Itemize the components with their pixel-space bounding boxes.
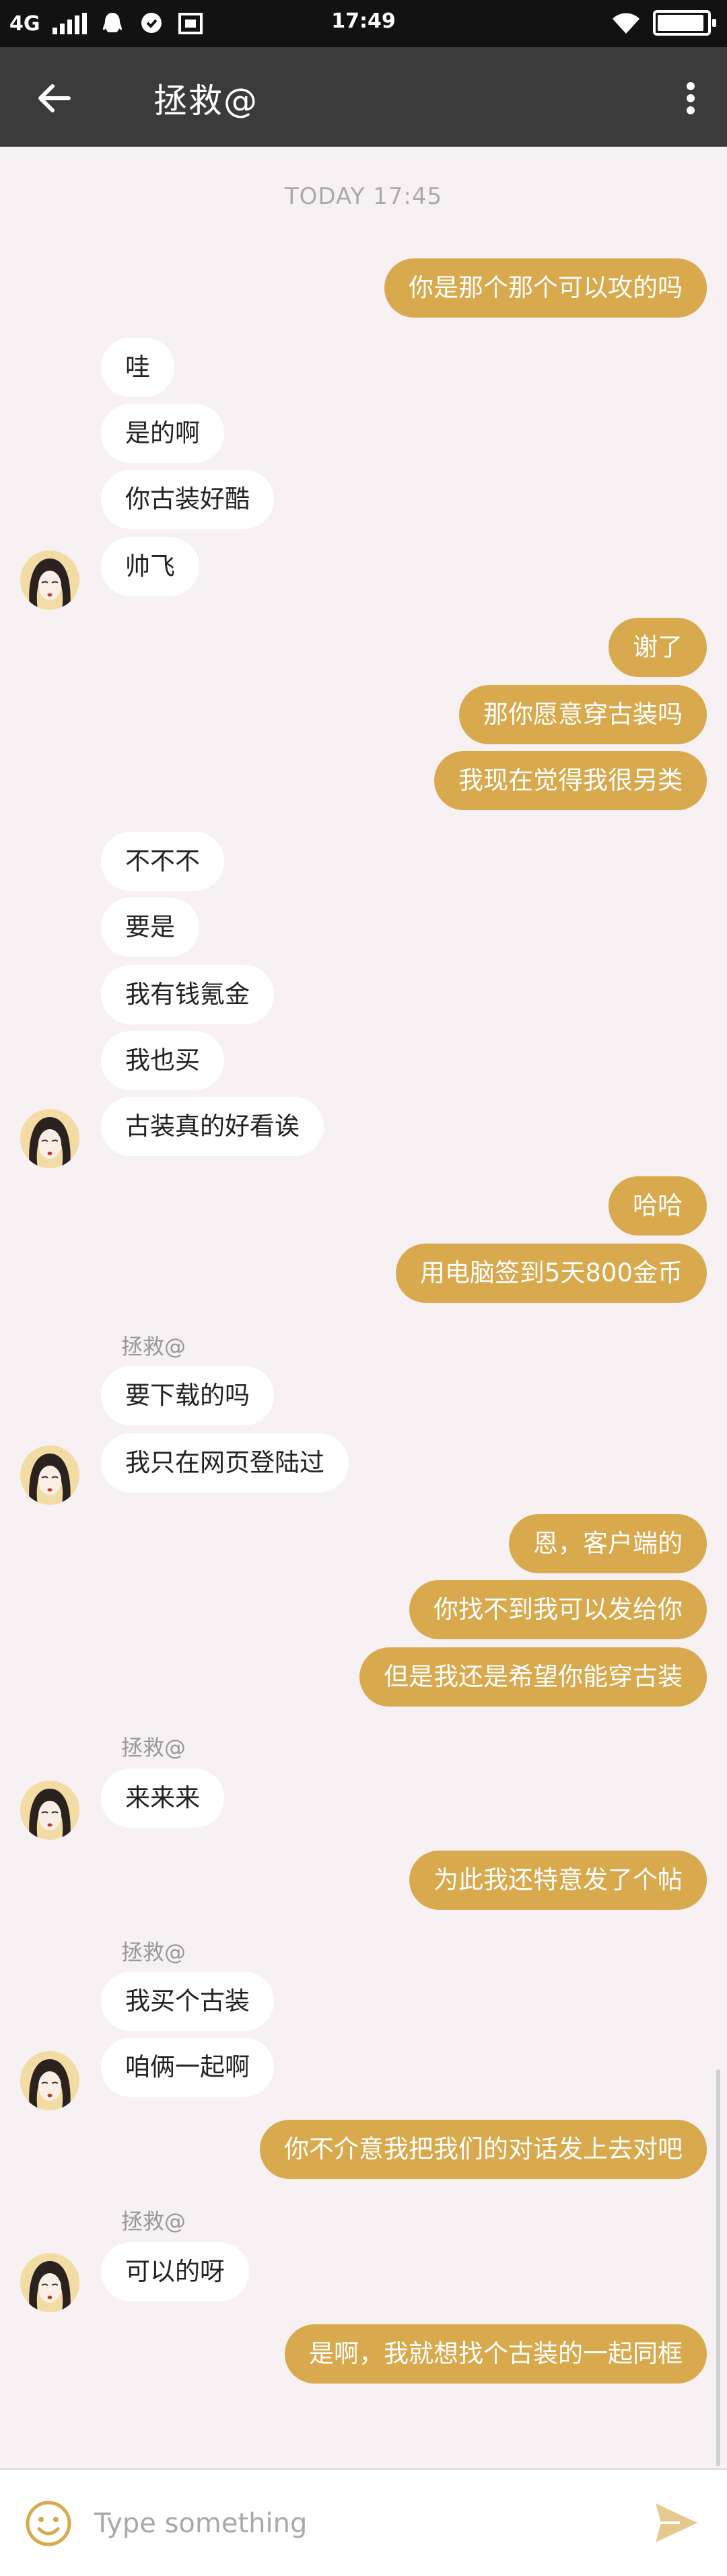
message-incoming[interactable]: 要下载的吗 <box>101 1366 274 1425</box>
message-input[interactable] <box>94 2497 619 2550</box>
avatar[interactable] <box>20 2051 79 2110</box>
message-input-bar <box>0 2468 727 2576</box>
avatar[interactable] <box>20 1109 79 1168</box>
status-bar: 4G 17:49 <box>0 0 727 47</box>
send-icon[interactable] <box>653 2501 700 2545</box>
chat-title: 拯救@ <box>153 81 258 120</box>
message-incoming[interactable]: 我只在网页登陆过 <box>101 1433 349 1493</box>
message-outgoing[interactable]: 哈哈 <box>609 1176 707 1236</box>
chat-header: 拯救@ <box>0 47 727 147</box>
message-outgoing[interactable]: 恩，客户端的 <box>509 1514 707 1573</box>
message-incoming[interactable]: 可以的呀 <box>101 2242 249 2301</box>
message-outgoing[interactable]: 用电脑签到5天800金币 <box>395 1244 707 1303</box>
message-incoming[interactable]: 不不不 <box>101 832 224 891</box>
message-outgoing[interactable]: 我现在觉得我很另类 <box>434 751 707 810</box>
message-outgoing[interactable]: 你不介意我把我们的对话发上去对吧 <box>260 2120 707 2179</box>
message-incoming[interactable]: 要是 <box>101 898 199 957</box>
message-incoming[interactable]: 是的啊 <box>101 404 224 463</box>
message-outgoing[interactable]: 你找不到我可以发给你 <box>409 1580 707 1639</box>
message-incoming[interactable]: 帅飞 <box>101 537 199 596</box>
sender-name: 拯救@ <box>121 1334 186 1359</box>
message-outgoing[interactable]: 谢了 <box>609 618 707 677</box>
avatar[interactable] <box>20 1445 79 1505</box>
message-outgoing[interactable]: 你是那个那个可以攻的吗 <box>384 258 707 318</box>
chat-timestamp: TODAY 17:45 <box>284 183 443 210</box>
message-outgoing[interactable]: 那你愿意穿古装吗 <box>459 685 707 744</box>
message-outgoing[interactable]: 但是我还是希望你能穿古装 <box>359 1647 707 1707</box>
wifi-icon <box>613 13 639 34</box>
sender-name: 拯救@ <box>121 2209 186 2234</box>
avatar[interactable] <box>20 1781 79 1840</box>
message-outgoing[interactable]: 是啊，我就想找个古装的一起同框 <box>285 2324 707 2384</box>
message-outgoing[interactable]: 为此我还特意发了个帖 <box>409 1851 707 1910</box>
message-incoming[interactable]: 哇 <box>101 338 174 397</box>
sender-name: 拯救@ <box>121 1735 186 1760</box>
message-incoming[interactable]: 我买个古装 <box>101 1972 274 2031</box>
avatar[interactable] <box>20 550 79 610</box>
smiley-icon[interactable] <box>24 2499 73 2548</box>
message-incoming[interactable]: 来来来 <box>101 1768 224 1828</box>
message-incoming[interactable]: 我有钱氪金 <box>101 965 274 1024</box>
sender-name: 拯救@ <box>121 1939 186 1965</box>
avatar[interactable] <box>20 2253 79 2312</box>
scrollbar[interactable] <box>716 2069 720 2466</box>
more-vertical-icon[interactable] <box>677 77 704 120</box>
message-incoming[interactable]: 我也买 <box>101 1031 224 1090</box>
message-incoming[interactable]: 你古装好酷 <box>101 470 274 529</box>
battery-icon <box>653 10 716 36</box>
message-incoming[interactable]: 咱俩一起啊 <box>101 2038 274 2097</box>
message-incoming[interactable]: 古装真的好看诶 <box>101 1097 324 1156</box>
arrow-left-icon[interactable] <box>32 77 75 120</box>
